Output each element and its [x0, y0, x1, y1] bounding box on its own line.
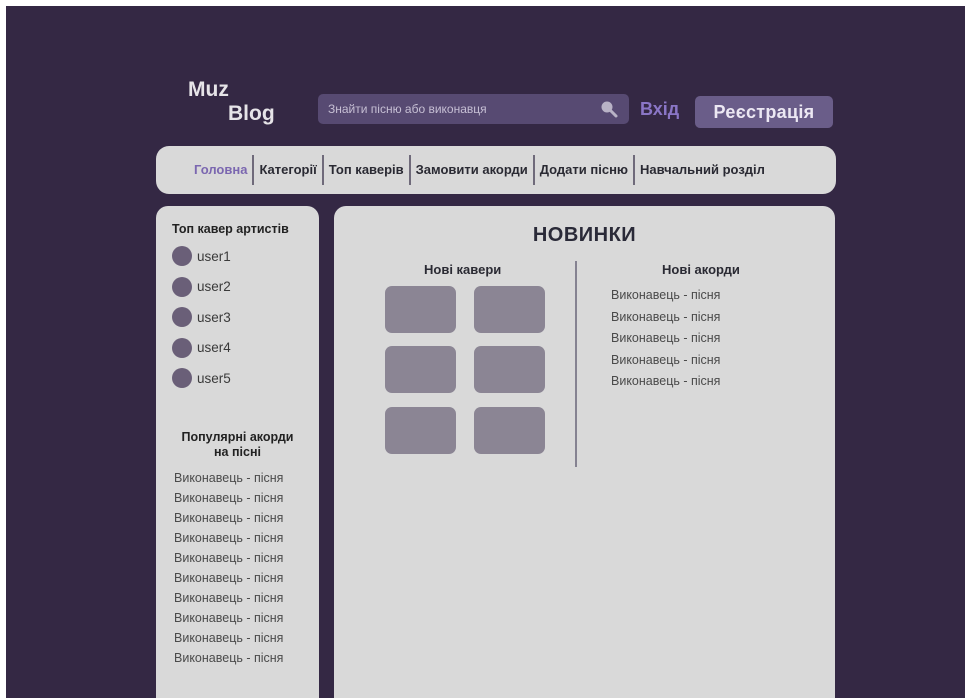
main-content: НОВИНКИ Нові кавери Нові акорди Виконаве…: [334, 206, 835, 698]
popular-chord-item[interactable]: Виконавець - пісня: [174, 488, 319, 508]
cover-thumbnail[interactable]: [474, 286, 545, 333]
cover-thumbnail[interactable]: [474, 407, 545, 454]
popular-chord-item[interactable]: Виконавець - пісня: [174, 628, 319, 648]
user-item[interactable]: user3: [172, 302, 319, 333]
chord-item[interactable]: Виконавець - пісня: [611, 371, 720, 393]
popular-chords-title: Популярні акорди на пісні: [156, 430, 319, 460]
main-nav: Головна Категорії Топ каверів Замовити а…: [156, 146, 836, 194]
cover-thumbnail[interactable]: [385, 286, 456, 333]
nav-item-add-song[interactable]: Додати пісню: [535, 155, 636, 185]
chord-item[interactable]: Виконавець - пісня: [611, 285, 720, 307]
popular-chord-item[interactable]: Виконавець - пісня: [174, 548, 319, 568]
top-artists-title: Топ кавер артистів: [172, 222, 289, 236]
popular-chord-item[interactable]: Виконавець - пісня: [174, 608, 319, 628]
user-name: user2: [197, 279, 231, 295]
cover-thumbnail[interactable]: [474, 346, 545, 393]
logo[interactable]: Muz Blog: [188, 78, 275, 126]
logo-line-2: Blog: [228, 102, 275, 125]
cover-thumbnail[interactable]: [385, 407, 456, 454]
sidebar: Топ кавер артистів user1 user2 user3 use…: [156, 206, 319, 698]
chord-item[interactable]: Виконавець - пісня: [611, 328, 720, 350]
popular-chords-list: Виконавець - пісня Виконавець - пісня Ви…: [172, 468, 319, 668]
user-name: user5: [197, 370, 231, 386]
app-frame: Muz Blog Вхід Реєстрація Головна Категор…: [6, 6, 965, 698]
search-input[interactable]: [328, 102, 593, 116]
popular-chord-item[interactable]: Виконавець - пісня: [174, 568, 319, 588]
user-name: user3: [197, 309, 231, 325]
user-name: user4: [197, 340, 231, 356]
avatar: [172, 307, 192, 328]
logo-line-1: Muz: [188, 78, 229, 101]
page-title: НОВИНКИ: [532, 224, 637, 246]
new-chords-list: Виконавець - пісня Виконавець - пісня Ви…: [611, 285, 720, 393]
nav-item-order-chords[interactable]: Замовити акорди: [411, 155, 535, 185]
popular-chords-title-line-2: на пісні: [214, 444, 261, 459]
avatar: [172, 337, 192, 358]
top-artists-list: user1 user2 user3 user4 user5: [172, 241, 319, 394]
nav-item-home[interactable]: Головна: [189, 155, 255, 185]
user-item[interactable]: user4: [172, 333, 319, 364]
popular-chords-title-line-1: Популярні акорди: [181, 429, 294, 444]
user-item[interactable]: user2: [172, 272, 319, 303]
nav-item-categories[interactable]: Категорії: [254, 155, 324, 185]
register-button[interactable]: Реєстрація: [695, 96, 833, 128]
popular-chord-item[interactable]: Виконавець - пісня: [174, 648, 319, 668]
popular-chord-item[interactable]: Виконавець - пісня: [174, 508, 319, 528]
popular-chord-item[interactable]: Виконавець - пісня: [174, 528, 319, 548]
popular-chord-item[interactable]: Виконавець - пісня: [174, 588, 319, 608]
login-link[interactable]: Вхід: [640, 99, 679, 120]
search-bar: [318, 94, 629, 124]
user-item[interactable]: user5: [172, 363, 319, 394]
avatar: [172, 276, 192, 297]
nav-item-learning[interactable]: Навчальний розділ: [635, 155, 770, 185]
chord-item[interactable]: Виконавець - пісня: [611, 307, 720, 329]
nav-item-top-covers[interactable]: Топ каверів: [324, 155, 411, 185]
avatar: [172, 246, 192, 267]
search-icon[interactable]: [599, 99, 619, 119]
new-covers-title: Нові кавери: [424, 262, 502, 277]
avatar: [172, 368, 192, 389]
popular-chord-item[interactable]: Виконавець - пісня: [174, 468, 319, 488]
column-divider: [575, 261, 577, 467]
user-item[interactable]: user1: [172, 241, 319, 272]
cover-thumbnail[interactable]: [385, 346, 456, 393]
chord-item[interactable]: Виконавець - пісня: [611, 350, 720, 372]
user-name: user1: [197, 248, 231, 264]
new-chords-title: Нові акорди: [662, 262, 740, 277]
